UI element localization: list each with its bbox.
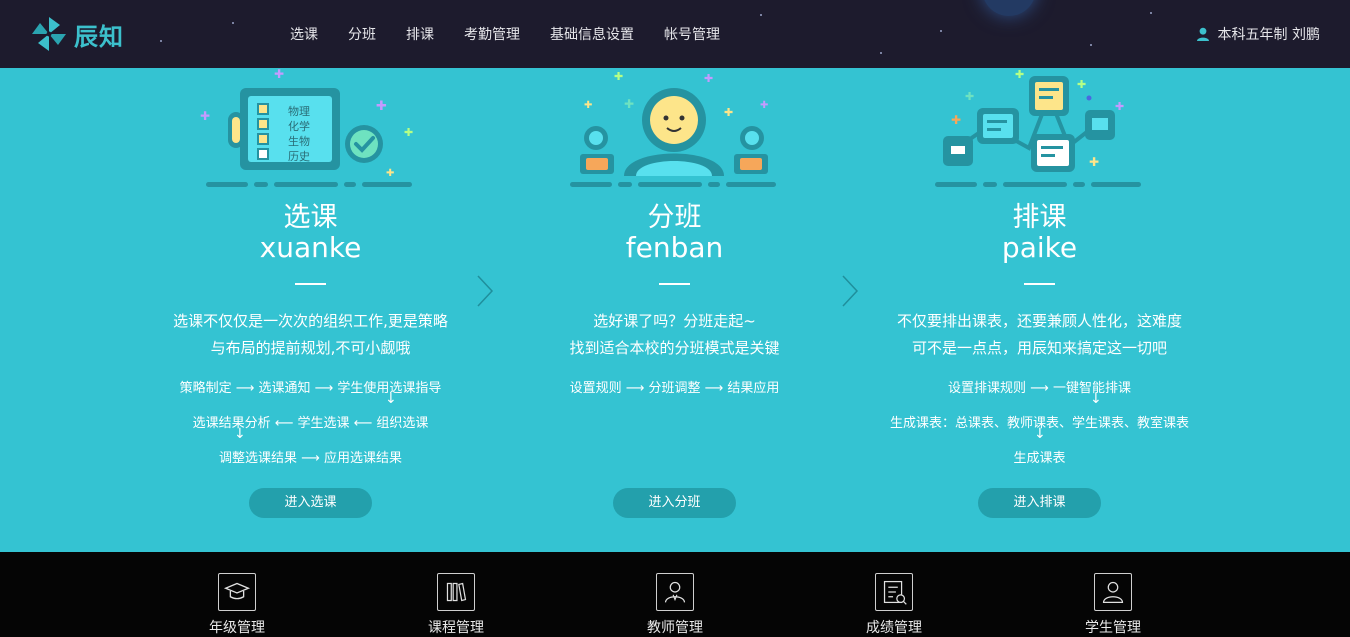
schedule-illustration: ✚ ✚ ✚ ✚ ✚ ✚ — [935, 68, 1141, 187]
arrow-down-icon: ↓ — [234, 426, 246, 442]
feature-card-xuanke: ✚ ✚ ✚ ✚ ✚ 物理 化学 生物 历史 选课 xuanke 选课不仅仅是一次… — [128, 68, 493, 552]
logo[interactable]: 辰知 — [30, 15, 124, 53]
svg-text:✚: ✚ — [386, 168, 394, 179]
dock-item-grade[interactable]: 年级管理 — [182, 573, 292, 637]
teacher-icon — [656, 573, 694, 611]
pinwheel-logo-icon — [32, 17, 66, 51]
svg-text:✚: ✚ — [724, 106, 733, 119]
user-name: 本科五年制 刘鹏 — [1217, 27, 1320, 43]
books-icon — [437, 573, 475, 611]
svg-text:✚: ✚ — [951, 113, 961, 127]
description-line: 选好课了吗？分班走起~ — [593, 312, 756, 330]
planet-decoration — [982, 0, 1036, 16]
svg-text:✚: ✚ — [624, 97, 634, 111]
nav-item-attendance[interactable]: 考勤管理 — [464, 24, 520, 44]
subject-item: 物理 — [288, 105, 310, 118]
grade-report-icon — [875, 573, 913, 611]
svg-text:✚: ✚ — [274, 68, 284, 81]
star-decoration — [880, 52, 882, 54]
subject-item: 生物 — [288, 135, 310, 148]
description-line: 可不是一点点，用辰知来搞定这一切吧 — [911, 339, 1167, 357]
nav-item-account[interactable]: 帐号管理 — [664, 24, 720, 44]
svg-text:✚: ✚ — [404, 126, 413, 139]
arrow-down-icon: ↓ — [1090, 391, 1102, 407]
enter-xuanke-button[interactable]: 进入选课 — [249, 488, 372, 518]
bottom-dock: 年级管理 课程管理 教师管理 成绩管理 学生管理 — [0, 552, 1350, 637]
svg-text:✚: ✚ — [1089, 155, 1099, 169]
dock-item-teacher[interactable]: 教师管理 — [620, 573, 730, 637]
svg-text:✚: ✚ — [1115, 100, 1124, 113]
feature-description: 选课不仅仅是一次次的组织工作,更是策略 与布局的提前规划,不可小觑哦 — [128, 308, 493, 362]
svg-text:✚: ✚ — [376, 99, 387, 114]
user-menu[interactable]: 本科五年制 刘鹏 — [1196, 24, 1320, 44]
dock-label: 学生管理 — [1085, 620, 1141, 636]
student-icon — [1094, 573, 1132, 611]
feature-title-cn: 选课 — [283, 202, 338, 233]
title-divider — [295, 283, 326, 285]
feature-card-fenban: ✚ ✚ ✚ ✚ ✚ ✚ 分班 fenban 选好课了吗？分班走起~ 找到适合本校… — [492, 68, 857, 552]
svg-text:✚: ✚ — [1015, 68, 1024, 81]
feature-title-en: fenban — [625, 231, 724, 264]
enter-paike-button[interactable]: 进入排课 — [978, 488, 1101, 518]
title-divider — [659, 283, 690, 285]
user-icon — [1196, 27, 1209, 41]
subject-item: 化学 — [288, 120, 310, 133]
title-divider — [1024, 283, 1055, 285]
feature-title-en: xuanke — [259, 231, 362, 264]
nav-item-fenban[interactable]: 分班 — [348, 24, 376, 44]
dock-item-grades[interactable]: 成绩管理 — [839, 573, 949, 637]
nav-item-xuanke[interactable]: 选课 — [290, 24, 318, 44]
description-line: 选课不仅仅是一次次的组织工作,更是策略 — [173, 312, 448, 330]
svg-text:✚: ✚ — [584, 100, 592, 111]
description-line: 与布局的提前规划,不可小觑哦 — [210, 339, 411, 357]
arrow-down-icon: ↓ — [385, 391, 397, 407]
class-division-illustration: ✚ ✚ ✚ ✚ ✚ ✚ — [570, 70, 776, 187]
subject-item: 历史 — [288, 150, 310, 162]
star-decoration — [760, 14, 762, 16]
star-decoration — [940, 30, 942, 32]
feature-columns: ✚ ✚ ✚ ✚ ✚ 物理 化学 生物 历史 选课 xuanke 选课不仅仅是一次… — [0, 68, 1350, 552]
feature-title-en: paike — [1001, 231, 1078, 264]
star-decoration — [232, 22, 234, 24]
dock-label: 成绩管理 — [866, 620, 922, 636]
svg-text:✚: ✚ — [200, 109, 210, 123]
feature-description: 不仅要排出课表，还要兼顾人性化，这难度 可不是一点点，用辰知来搞定这一切吧 — [857, 308, 1222, 362]
description-line: 不仅要排出课表，还要兼顾人性化，这难度 — [896, 312, 1182, 330]
svg-text:✚: ✚ — [704, 72, 713, 85]
dock-label: 课程管理 — [428, 620, 484, 636]
graduation-cap-icon — [218, 573, 256, 611]
feature-card-paike: ✚ ✚ ✚ ✚ ✚ ✚ 排课 paike 不仅要排出课表，还要兼顾人性化，这难度… — [857, 68, 1222, 552]
svg-text:✚: ✚ — [965, 90, 974, 103]
top-navigation-bar: 辰知 选课 分班 排课 考勤管理 基础信息设置 帐号管理 本科五年制 刘鹏 — [0, 0, 1350, 68]
main-nav: 选课 分班 排课 考勤管理 基础信息设置 帐号管理 — [290, 0, 750, 68]
enter-fenban-button[interactable]: 进入分班 — [613, 488, 736, 518]
svg-text:✚: ✚ — [614, 70, 623, 83]
feature-description: 选好课了吗？分班走起~ 找到适合本校的分班模式是关键 — [492, 308, 857, 362]
svg-text:✚: ✚ — [1077, 78, 1086, 91]
dock-label: 年级管理 — [209, 620, 265, 636]
subject-list: 物理 化学 生物 历史 — [288, 104, 328, 162]
feature-title-cn: 分班 — [647, 202, 702, 233]
svg-text:✚: ✚ — [760, 100, 768, 111]
nav-item-paike[interactable]: 排课 — [406, 24, 434, 44]
dock-label: 教师管理 — [647, 620, 703, 636]
workflow-line: 生成课表 — [1013, 451, 1066, 466]
star-decoration — [160, 40, 162, 42]
feature-title-cn: 排课 — [1012, 202, 1067, 233]
nav-item-basic-settings[interactable]: 基础信息设置 — [550, 24, 634, 44]
workflow-line: 调整选课结果 ⟶ 应用选课结果 — [219, 451, 402, 466]
description-line: 找到适合本校的分班模式是关键 — [569, 339, 780, 357]
dock-item-student[interactable]: 学生管理 — [1058, 573, 1168, 637]
arrow-down-icon: ↓ — [1034, 426, 1046, 442]
workflow-line: 选课结果分析 ⟵ 学生选课 ⟵ 组织选课 — [192, 416, 429, 431]
star-decoration — [1090, 44, 1092, 46]
logo-text: 辰知 — [74, 22, 124, 51]
dock-item-course[interactable]: 课程管理 — [401, 573, 511, 637]
workflow-line: 设置规则 ⟶ 分班调整 ⟶ 结果应用 — [569, 381, 780, 396]
workflow-line: 设置排课规则 ⟶ 一键智能排课 — [948, 381, 1131, 396]
star-decoration — [1150, 12, 1152, 14]
workflow-line: 策略制定 ⟶ 选课通知 ⟶ 学生使用选课指导 — [179, 381, 442, 396]
